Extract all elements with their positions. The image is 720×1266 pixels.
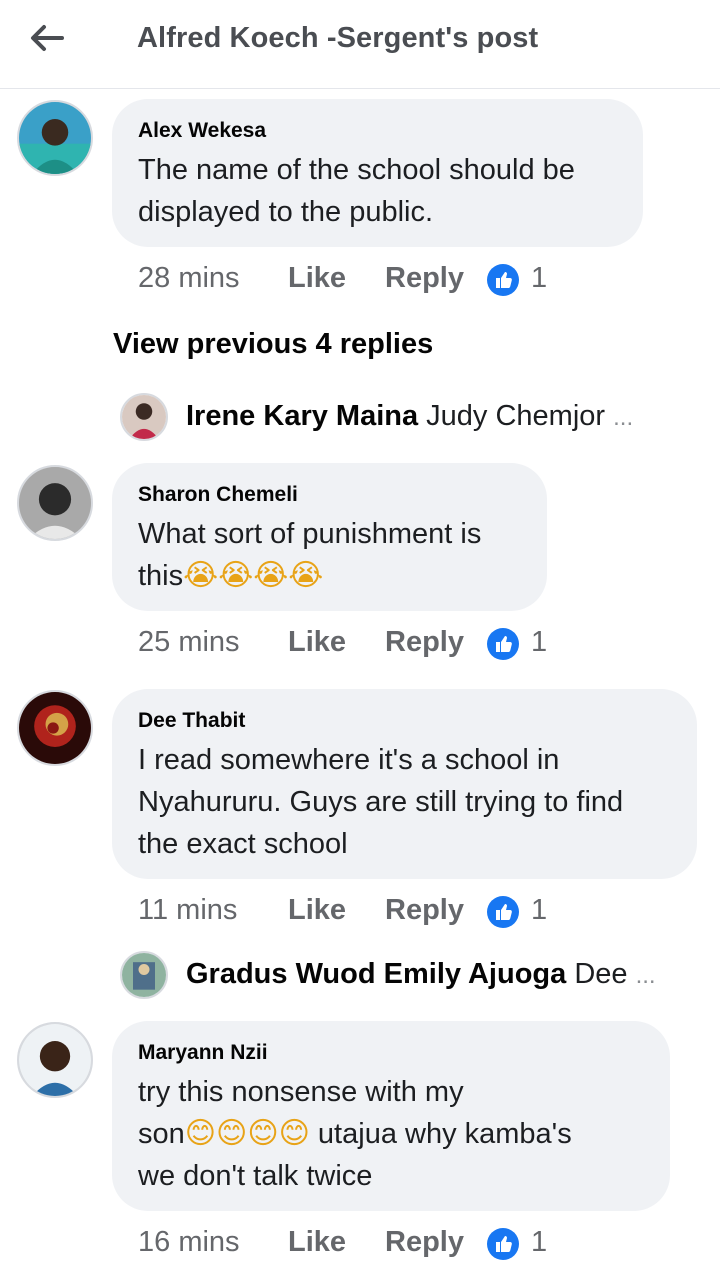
like-button[interactable]: Like <box>288 894 346 927</box>
reply-author: Irene Kary Maina <box>186 400 419 432</box>
reaction-count: 1 <box>531 894 548 926</box>
comment-bubble: Maryann Nzii try this nonsense with my s… <box>112 1021 670 1211</box>
comment-actions: 25 mins Like Reply 1 <box>138 626 558 666</box>
comment-text: try this nonsense with my son😊😊😊😊 utajua… <box>138 1076 572 1192</box>
comment-actions: 11 mins Like Reply 1 <box>138 894 558 934</box>
thumbs-up-icon[interactable] <box>486 627 520 661</box>
smiling-emoji: 😊😊😊😊 <box>184 1116 310 1151</box>
comment-bubble: Alex Wekesa The name of the school shoul… <box>112 99 643 247</box>
reply-avatar[interactable] <box>120 951 168 999</box>
reaction-count: 1 <box>531 626 548 658</box>
comment-actions: 28 mins Like Reply 1 <box>138 262 558 302</box>
reply-button[interactable]: Reply <box>385 894 464 927</box>
reply-preview[interactable]: Gradus Wuod Emily Ajuoga Dee ... <box>186 958 656 991</box>
view-previous-replies[interactable]: View previous 4 replies <box>113 328 433 361</box>
comment-bubble: Dee Thabit I read somewhere it's a schoo… <box>112 689 697 879</box>
avatar[interactable] <box>17 465 93 541</box>
comment-time: 11 mins <box>138 894 238 926</box>
reply-button[interactable]: Reply <box>385 626 464 659</box>
reply-button[interactable]: Reply <box>385 1226 464 1259</box>
thumbs-up-icon[interactable] <box>486 1227 520 1261</box>
comment-text: What sort of punishment is this😭😭😭😭 <box>138 518 482 593</box>
reply-preview[interactable]: Irene Kary Maina Judy Chemjor ... <box>186 400 633 433</box>
crying-emoji: 😭😭😭😭 <box>183 558 324 593</box>
avatar[interactable] <box>17 100 93 176</box>
like-button[interactable]: Like <box>288 262 346 295</box>
top-bar: Alfred Koech -Sergent's post <box>0 0 720 89</box>
thumbs-up-icon[interactable] <box>486 895 520 929</box>
comment-author[interactable]: Sharon Chemeli <box>138 483 521 507</box>
like-button[interactable]: Like <box>288 626 346 659</box>
reply-ellipsis: ... <box>613 404 634 431</box>
arrow-left-icon <box>31 25 64 51</box>
back-button[interactable] <box>26 20 70 56</box>
page-title: Alfred Koech -Sergent's post <box>137 22 539 54</box>
comment-text: I read somewhere it's a school in Nyahur… <box>138 744 624 860</box>
reaction-count: 1 <box>531 1226 548 1258</box>
comment-author[interactable]: Maryann Nzii <box>138 1041 644 1065</box>
reaction-count: 1 <box>531 262 548 294</box>
reply-author: Gradus Wuod Emily Ajuoga <box>186 958 567 990</box>
like-button[interactable]: Like <box>288 1226 346 1259</box>
reply-snippet: Judy Chemjor <box>426 400 606 432</box>
thumbs-up-icon[interactable] <box>486 263 520 297</box>
reply-button[interactable]: Reply <box>385 262 464 295</box>
comment-author[interactable]: Dee Thabit <box>138 709 671 733</box>
reply-ellipsis: ... <box>635 962 656 989</box>
comment-time: 28 mins <box>138 262 240 294</box>
avatar[interactable] <box>17 690 93 766</box>
comment-author[interactable]: Alex Wekesa <box>138 119 617 143</box>
comment-bubble: Sharon Chemeli What sort of punishment i… <box>112 463 547 611</box>
comment-time: 25 mins <box>138 626 240 658</box>
comment-text: The name of the school should be display… <box>138 154 575 228</box>
avatar[interactable] <box>17 1022 93 1098</box>
comment-actions: 16 mins Like Reply 1 <box>138 1226 558 1266</box>
reply-snippet: Dee <box>574 958 628 990</box>
comment-time: 16 mins <box>138 1226 240 1258</box>
reply-avatar[interactable] <box>120 393 168 441</box>
